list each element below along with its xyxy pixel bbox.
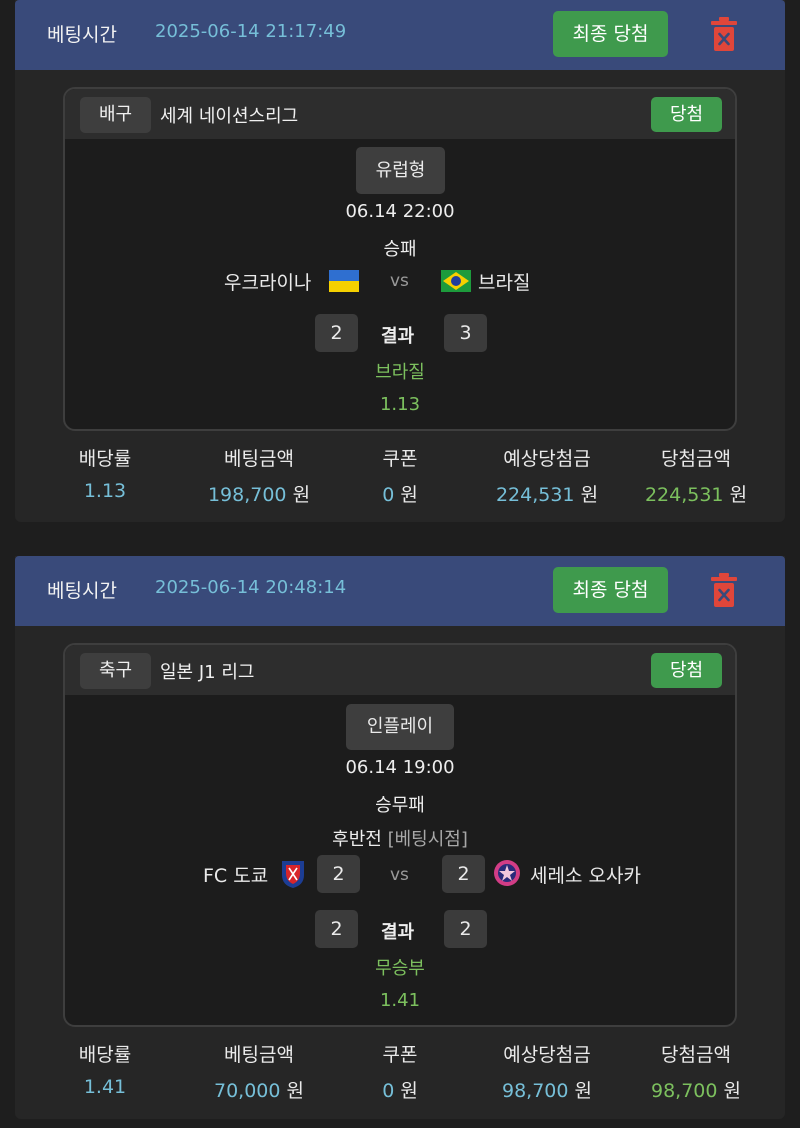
vs-label: vs bbox=[390, 271, 409, 291]
final-win-button[interactable]: 최종 당첨 bbox=[553, 11, 668, 57]
stat-odds: 1.13 bbox=[83, 480, 127, 502]
stat-label-amount: 베팅금액 bbox=[224, 1044, 294, 1066]
bet-type-button[interactable]: 인플레이 bbox=[346, 704, 454, 750]
period-note: [베팅시점] bbox=[387, 829, 468, 850]
period-row: 후반전 [베팅시점] bbox=[65, 825, 735, 851]
stat-won-value: 224,531 bbox=[644, 484, 724, 506]
stat-coupon-value: 0 bbox=[382, 484, 395, 506]
market-name: 승무패 bbox=[375, 795, 425, 816]
sport-tag: 배구 bbox=[80, 97, 151, 133]
stat-label-expected: 예상당첨금 bbox=[503, 1044, 591, 1066]
pick-result: 브라질 bbox=[375, 362, 425, 383]
bet-card-header: 베팅시간 2025-06-14 20:48:14 최종 당첨 bbox=[15, 556, 785, 626]
sport-tag: 축구 bbox=[80, 653, 151, 689]
home-team: FC 도쿄 bbox=[203, 865, 269, 887]
trash-icon[interactable] bbox=[711, 17, 737, 51]
home-final-score: 2 bbox=[315, 314, 358, 352]
stat-amount: 70,000 원 bbox=[179, 1076, 339, 1103]
bet-card: 베팅시간 2025-06-14 21:17:49 최종 당첨 배구 세계 네이션… bbox=[15, 0, 785, 522]
stat-label-won: 당첨금액 bbox=[661, 448, 731, 470]
result-label: 결과 bbox=[381, 922, 415, 943]
away-team: 브라질 bbox=[478, 272, 531, 294]
pick-result: 무승부 bbox=[375, 958, 425, 979]
currency-unit: 원 bbox=[292, 484, 311, 506]
stat-odds: 1.41 bbox=[83, 1076, 127, 1098]
bet-time-label: 베팅시간 bbox=[47, 24, 117, 46]
bet-time: 2025-06-14 20:48:14 bbox=[155, 577, 347, 598]
match-time: 06.14 19:00 bbox=[345, 757, 455, 778]
stat-label-coupon: 쿠폰 bbox=[382, 448, 418, 470]
stat-label-coupon: 쿠폰 bbox=[382, 1044, 418, 1066]
away-team: 세레소 오사카 bbox=[530, 865, 641, 887]
currency-unit: 원 bbox=[580, 484, 599, 506]
stat-coupon: 0 원 bbox=[320, 1076, 480, 1103]
stat-label-amount: 베팅금액 bbox=[224, 448, 294, 470]
match-time: 06.14 22:00 bbox=[345, 201, 455, 222]
match-box: 배구 세계 네이션스리그 당첨 유럽형 06.14 22:00 승패 우크라이나… bbox=[63, 87, 737, 431]
currency-unit: 원 bbox=[286, 1080, 304, 1102]
win-badge: 당첨 bbox=[651, 97, 722, 132]
ukraine-flag-icon bbox=[329, 270, 359, 292]
fc-tokyo-crest-icon bbox=[282, 861, 304, 888]
vs-label: vs bbox=[390, 865, 409, 885]
away-live-score: 2 bbox=[442, 855, 485, 893]
result-label: 결과 bbox=[381, 326, 415, 347]
stat-coupon-value: 0 bbox=[382, 1080, 395, 1102]
bet-time-label: 베팅시간 bbox=[47, 580, 117, 602]
currency-unit: 원 bbox=[574, 1080, 592, 1102]
bet-card-header: 베팅시간 2025-06-14 21:17:49 최종 당첨 bbox=[15, 0, 785, 70]
stat-expected: 98,700 원 bbox=[467, 1076, 627, 1103]
stat-amount: 198,700 원 bbox=[179, 480, 339, 507]
stat-won: 98,700 원 bbox=[616, 1076, 776, 1103]
bet-time: 2025-06-14 21:17:49 bbox=[155, 21, 347, 42]
stat-label-odds: 배당률 bbox=[78, 1044, 132, 1066]
match-box-header: 배구 세계 네이션스리그 당첨 bbox=[65, 89, 735, 139]
stat-expected-value: 224,531 bbox=[495, 484, 575, 506]
trash-icon[interactable] bbox=[711, 573, 737, 607]
currency-unit: 원 bbox=[400, 484, 418, 506]
currency-unit: 원 bbox=[400, 1080, 418, 1102]
stat-won: 224,531 원 bbox=[616, 480, 776, 507]
home-live-score: 2 bbox=[317, 855, 360, 893]
home-final-score: 2 bbox=[315, 910, 358, 948]
currency-unit: 원 bbox=[729, 484, 748, 506]
stat-expected: 224,531 원 bbox=[467, 480, 627, 507]
bet-type-button[interactable]: 유럽형 bbox=[356, 147, 445, 194]
currency-unit: 원 bbox=[723, 1080, 741, 1102]
pick-odds: 1.41 bbox=[379, 990, 421, 1011]
match-box-header: 축구 일본 J1 리그 당첨 bbox=[65, 645, 735, 695]
stat-amount-value: 70,000 bbox=[213, 1080, 281, 1102]
away-final-score: 2 bbox=[444, 910, 487, 948]
stat-expected-value: 98,700 bbox=[501, 1080, 569, 1102]
stat-label-won: 당첨금액 bbox=[661, 1044, 731, 1066]
stat-coupon: 0 원 bbox=[320, 480, 480, 507]
home-team: 우크라이나 bbox=[224, 272, 312, 294]
league-name: 일본 J1 리그 bbox=[160, 662, 255, 683]
away-final-score: 3 bbox=[444, 314, 487, 352]
stat-label-expected: 예상당첨금 bbox=[503, 448, 591, 470]
match-box: 축구 일본 J1 리그 당첨 인플레이 06.14 19:00 승무패 후반전 … bbox=[63, 643, 737, 1027]
stat-label-odds: 배당률 bbox=[78, 448, 132, 470]
cerezo-osaka-crest-icon bbox=[494, 860, 520, 886]
stat-won-value: 98,700 bbox=[650, 1080, 718, 1102]
bet-card: 베팅시간 2025-06-14 20:48:14 최종 당첨 축구 일본 J1 … bbox=[15, 556, 785, 1119]
stat-amount-value: 198,700 bbox=[207, 484, 287, 506]
league-name: 세계 네이션스리그 bbox=[160, 106, 299, 127]
pick-odds: 1.13 bbox=[379, 394, 421, 415]
period-label: 후반전 bbox=[332, 829, 382, 850]
brazil-flag-icon bbox=[441, 270, 471, 292]
market-name: 승패 bbox=[383, 239, 417, 260]
win-badge: 당첨 bbox=[651, 653, 722, 688]
final-win-button[interactable]: 최종 당첨 bbox=[553, 567, 668, 613]
